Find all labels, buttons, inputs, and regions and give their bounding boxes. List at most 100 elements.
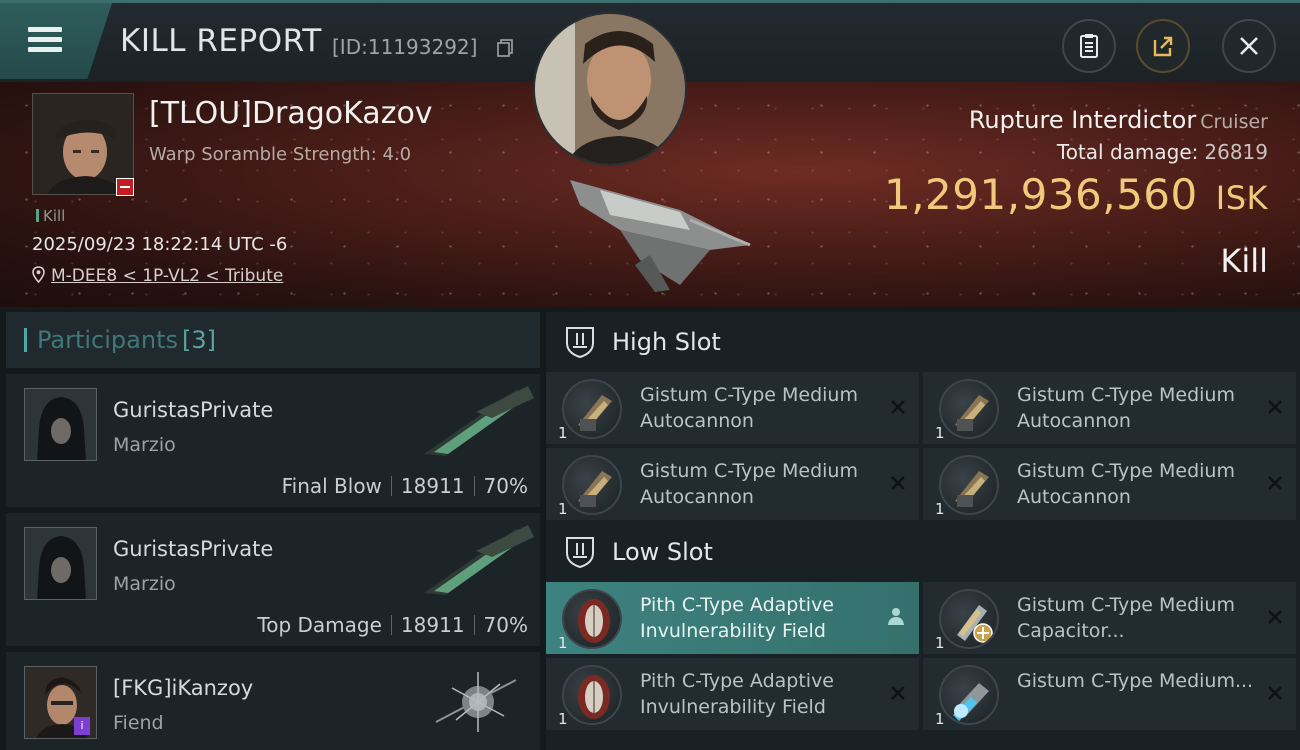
module-name: Gistum C-Type Medium...: [1017, 670, 1254, 692]
hooded-pilot-icon: [25, 389, 96, 460]
autocannon-icon: [939, 455, 999, 515]
page-title: KILL REPORT: [120, 23, 322, 59]
invulnerability-field-icon: [562, 589, 622, 649]
victim-ship-model: [570, 180, 751, 292]
stat-divider: [390, 476, 392, 496]
participant-corp: Marzio: [113, 573, 176, 595]
close-icon: [1240, 37, 1258, 55]
participant-corp: Fiend: [113, 712, 164, 734]
participant-stats: Top Damage 18911 70%: [257, 613, 528, 637]
participant-avatar: [24, 527, 97, 600]
autocannon-icon: [939, 379, 999, 439]
fitted-module[interactable]: 1 Pith C-Type Adaptive Invulnerability F…: [546, 658, 919, 730]
destroyed-x-icon: [891, 400, 905, 414]
high-slot-icon: [566, 327, 594, 359]
hamburger-icon: [28, 27, 62, 53]
high-slot-label: High Slot: [612, 328, 721, 356]
module-quantity: 1: [935, 710, 945, 728]
hooded-pilot-icon: [25, 528, 96, 599]
victim-name[interactable]: [TLOU]DragoKazov: [149, 96, 433, 131]
destroyed-x-icon: [891, 686, 905, 700]
location-pin-icon: [32, 266, 45, 283]
fitted-module[interactable]: 1 Gistum C-Type Medium Capacitor...: [923, 582, 1296, 654]
module-quantity: 1: [558, 424, 568, 442]
negative-status-badge: [116, 178, 134, 196]
participant-role: Final Blow: [281, 474, 382, 498]
low-slot-icon: [566, 537, 594, 569]
participant-row[interactable]: i [FKG]iKanzoy Fiend: [6, 652, 540, 750]
participant-percent: 70%: [483, 474, 528, 498]
module-name: Pith C-Type Adaptive Invulnerability Fie…: [640, 670, 834, 718]
participant-ship-icon: [435, 672, 517, 732]
participant-name: GuristasPrivate: [113, 537, 274, 561]
participant-damage: 18911: [400, 474, 465, 498]
participant-row[interactable]: GuristasPrivate Marzio Top Damage 18911 70…: [6, 513, 540, 646]
dropped-person-icon: [888, 608, 904, 625]
kill-tag: Kill: [36, 207, 65, 225]
total-damage-label: Total damage:: [1056, 140, 1199, 164]
low-slot-label: Low Slot: [612, 538, 713, 566]
destroyed-x-icon: [1268, 400, 1282, 414]
participant-name: GuristasPrivate: [113, 398, 274, 422]
low-slot-header: Low Slot: [546, 522, 1300, 582]
report-id: [ID:11193292]: [332, 35, 478, 59]
fitted-module[interactable]: 1 Gistum C-Type Medium Autocannon: [923, 372, 1296, 444]
close-button[interactable]: [1222, 19, 1276, 73]
destroyed-x-icon: [1268, 686, 1282, 700]
clipboard-icon: [1080, 34, 1098, 58]
kill-location[interactable]: M-DEE8 < 1P-VL2 < Tribute: [32, 266, 283, 286]
capacitor-icon: [939, 589, 999, 649]
fitted-module[interactable]: 1 Gistum C-Type Medium Autocannon: [546, 372, 919, 444]
module-name: Gistum C-Type Medium Autocannon: [640, 384, 858, 432]
killer-portrait-icon: [535, 14, 685, 164]
invulnerability-field-icon: [562, 665, 622, 725]
ship-name-text: Rupture Interdictor: [968, 106, 1197, 134]
fitted-module[interactable]: 1 Gistum C-Type Medium Autocannon: [546, 448, 919, 520]
participant-row[interactable]: GuristasPrivate Marzio Final Blow 18911 70…: [6, 374, 540, 507]
victim-ship-name[interactable]: Rupture Interdictor Cruiser: [969, 106, 1268, 134]
module-quantity: 1: [558, 634, 568, 652]
module-quantity: 1: [935, 500, 945, 518]
total-damage: Total damage: 26819: [1057, 140, 1268, 164]
fitted-module[interactable]: 1 Pith C-Type Adaptive Invulnerability F…: [546, 582, 919, 654]
kill-result: Kill: [1220, 242, 1268, 280]
isk-amount: 1,291,936,560: [883, 170, 1198, 219]
isk-unit: ISK: [1215, 179, 1268, 217]
ship-class: Cruiser: [1200, 111, 1268, 133]
fitting-panel: High Slot 1 Gistum C-Type Medium Autocan…: [546, 312, 1300, 750]
kill-timestamp: 2025/09/23 18:22:14 UTC -6: [32, 234, 288, 255]
high-slot-grid: 1 Gistum C-Type Medium Autocannon 1 Gist…: [546, 372, 1300, 520]
participant-ship-icon: [424, 525, 534, 595]
participants-header[interactable]: Participants [3]: [6, 312, 540, 368]
participant-corp: Marzio: [113, 434, 176, 456]
destroyed-x-icon: [1268, 476, 1282, 490]
module-quantity: 1: [935, 634, 945, 652]
module-quantity: 1: [558, 710, 568, 728]
stat-divider: [390, 615, 392, 635]
share-button[interactable]: [1136, 19, 1190, 73]
fitted-module[interactable]: 1 Gistum C-Type Medium Autocannon: [923, 448, 1296, 520]
low-slot-grid: 1 Pith C-Type Adaptive Invulnerability F…: [546, 582, 1300, 730]
participants-count: [3]: [181, 326, 216, 354]
killer-avatar[interactable]: [533, 12, 687, 166]
location-link[interactable]: M-DEE8 < 1P-VL2 < Tribute: [51, 266, 283, 286]
copy-icon[interactable]: [497, 39, 513, 57]
autocannon-icon: [562, 455, 622, 515]
share-icon: [1153, 36, 1173, 57]
participant-name: [FKG]iKanzoy: [113, 676, 254, 700]
module-quantity: 1: [558, 500, 568, 518]
menu-button[interactable]: [0, 3, 112, 79]
fitted-module[interactable]: 1 Gistum C-Type Medium...: [923, 658, 1296, 730]
module-name: Pith C-Type Adaptive Invulnerability Fie…: [640, 594, 834, 642]
module-name: Gistum C-Type Medium Autocannon: [1017, 460, 1235, 508]
participant-avatar: [24, 388, 97, 461]
isk-value: 1,291,936,560 ISK: [884, 170, 1268, 219]
module-name: Gistum C-Type Medium Autocannon: [1017, 384, 1235, 432]
total-damage-value: 26819: [1204, 140, 1268, 164]
module-name: Gistum C-Type Medium Autocannon: [640, 460, 858, 508]
autocannon-icon: [562, 379, 622, 439]
destroyed-x-icon: [1268, 610, 1282, 624]
stat-divider: [473, 615, 475, 635]
clipboard-button[interactable]: [1062, 19, 1116, 73]
module-quantity: 1: [935, 424, 945, 442]
